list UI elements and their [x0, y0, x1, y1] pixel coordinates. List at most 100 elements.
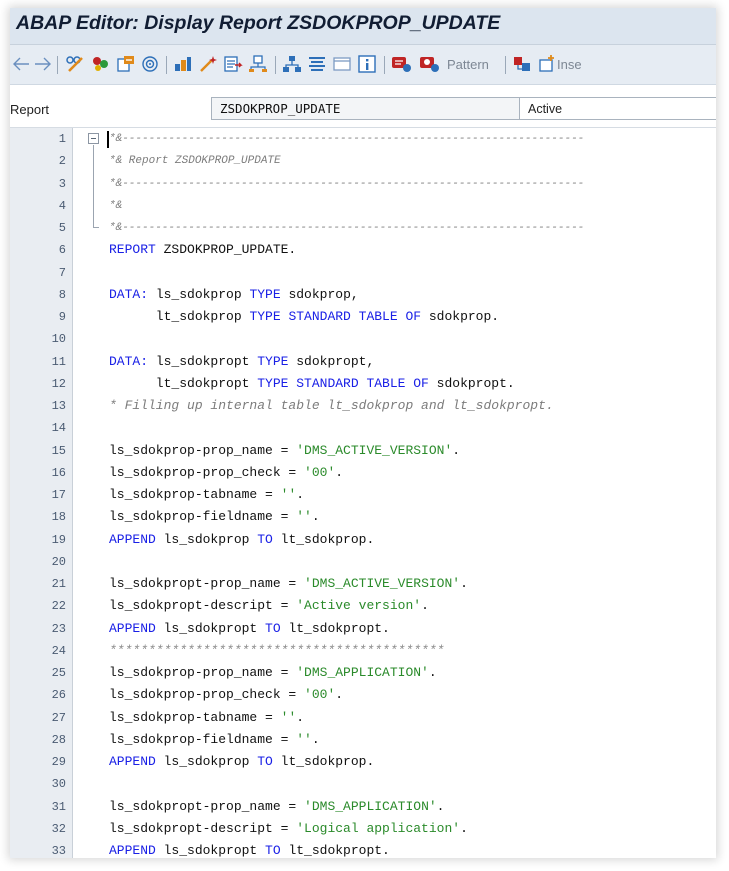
line-number: 11: [51, 354, 66, 369]
code-text: ls_sdokprop-tabname = ''.: [109, 707, 304, 729]
code-token: .: [296, 709, 305, 725]
code-token: 'DMS_APPLICATION': [304, 798, 437, 814]
fold-guide: [93, 145, 94, 227]
title-bar: ABAP Editor: Display Report ZSDOKPROP_UP…: [10, 8, 716, 45]
forward-arrow-icon[interactable]: [34, 54, 52, 74]
line-number: 23: [51, 621, 66, 636]
insert-icon[interactable]: [537, 54, 555, 74]
pattern-button[interactable]: Pattern: [447, 57, 489, 72]
code-line[interactable]: 23 APPEND ls_sdokpropt TO lt_sdokpropt.: [10, 618, 716, 640]
code-text: ls_sdokpropt-prop_name = 'DMS_ACTIVE_VER…: [109, 573, 468, 595]
code-line[interactable]: 15 ls_sdokprop-prop_name = 'DMS_ACTIVE_VE…: [10, 440, 716, 462]
code-line[interactable]: 4 *&: [10, 195, 716, 217]
code-token: .: [436, 798, 445, 814]
code-token: .: [421, 598, 429, 614]
code-token: sdokpropt,: [288, 353, 375, 369]
line-number: 12: [51, 376, 66, 391]
code-line[interactable]: 9 lt_sdokprop TYPE STANDARD TABLE OF sdo…: [10, 306, 716, 328]
code-line[interactable]: 7: [10, 262, 716, 284]
where-used-icon[interactable]: [140, 54, 160, 74]
info-icon[interactable]: [357, 54, 377, 74]
code-editor[interactable]: 1 *&-------------------------------------…: [10, 127, 716, 858]
line-number: 28: [51, 732, 66, 747]
code-line[interactable]: 24 **************************************…: [10, 640, 716, 662]
line-number: 24: [51, 643, 66, 658]
code-line[interactable]: 6 REPORT ZSDOKPROP_UPDATE.: [10, 239, 716, 261]
toolbar-separator: [57, 56, 58, 74]
code-token: ls_sdokpropt-descript =: [109, 820, 297, 836]
navigation-icon[interactable]: [222, 54, 244, 74]
code-token: * Filling up internal table lt_sdokprop …: [109, 398, 554, 413]
line-number: 6: [58, 243, 66, 258]
code-token: *&--------------------------------------…: [109, 177, 585, 190]
fullscreen-icon[interactable]: [332, 54, 352, 74]
code-line[interactable]: 8 DATA: ls_sdokprop TYPE sdokprop,: [10, 284, 716, 306]
code-line[interactable]: 5 *&-------------------------------------…: [10, 217, 716, 239]
code-line[interactable]: 17 ls_sdokprop-tabname = ''.: [10, 484, 716, 506]
insert-button[interactable]: Inse: [557, 57, 582, 72]
object-list-icon[interactable]: [173, 54, 193, 74]
code-line[interactable]: 16 ls_sdokprop-prop_check = '00'.: [10, 462, 716, 484]
code-line[interactable]: 25 ls_sdokprop-prop_name = 'DMS_APPLICATI…: [10, 662, 716, 684]
code-line[interactable]: 30: [10, 773, 716, 795]
code-text: DATA: ls_sdokpropt TYPE sdokpropt,: [109, 351, 374, 373]
code-line[interactable]: 10: [10, 328, 716, 350]
hierarchy-icon[interactable]: [282, 54, 302, 74]
pretty-printer-icon[interactable]: [307, 54, 327, 74]
code-text: DATA: ls_sdokprop TYPE sdokprop,: [109, 284, 359, 306]
report-name-field[interactable]: ZSDOKPROP_UPDATE: [211, 97, 520, 120]
code-token: *&: [109, 199, 123, 212]
code-line[interactable]: 2 *& Report ZSDOKPROP_UPDATE: [10, 150, 716, 172]
code-token: '': [280, 709, 297, 725]
activate-icon[interactable]: [91, 54, 111, 74]
code-text: ls_sdokpropt-descript = 'Active version'…: [109, 595, 429, 617]
code-text: ls_sdokprop-tabname = ''.: [109, 484, 304, 506]
code-line[interactable]: 22 ls_sdokpropt-descript = 'Active versio…: [10, 595, 716, 617]
code-line[interactable]: 19 APPEND ls_sdokprop TO lt_sdokprop.: [10, 529, 716, 551]
code-token: lt_sdokpropt.: [280, 620, 390, 636]
toolbar-tool-icon[interactable]: [512, 54, 534, 74]
line-number: 20: [51, 554, 66, 569]
code-line[interactable]: 26 ls_sdokprop-prop_check = '00'.: [10, 684, 716, 706]
code-token: .: [311, 731, 320, 747]
code-line[interactable]: 13 * Filling up internal table lt_sdokpro…: [10, 395, 716, 417]
code-line[interactable]: 1 *&-------------------------------------…: [10, 128, 716, 150]
code-token: sdokprop,: [280, 286, 359, 302]
collapse-block-icon[interactable]: [88, 133, 99, 144]
code-line[interactable]: 28 ls_sdokprop-fieldname = ''.: [10, 729, 716, 751]
code-line[interactable]: 14: [10, 417, 716, 439]
line-number: 22: [51, 599, 66, 614]
code-token: TO: [265, 843, 281, 858]
code-line[interactable]: 31 ls_sdokpropt-prop_name = 'DMS_APPLICAT…: [10, 796, 716, 818]
code-line[interactable]: 18 ls_sdokprop-fieldname = ''.: [10, 506, 716, 528]
code-text: * Filling up internal table lt_sdokprop …: [109, 395, 554, 417]
line-number: 16: [51, 465, 66, 480]
code-line[interactable]: 27 ls_sdokprop-tabname = ''.: [10, 707, 716, 729]
check-icon[interactable]: [116, 54, 136, 74]
code-line[interactable]: 3 *&-------------------------------------…: [10, 173, 716, 195]
line-number: 33: [51, 844, 66, 858]
breakpoint-icon[interactable]: [391, 54, 413, 74]
code-token: TYPE: [249, 286, 281, 302]
external-breakpoint-icon[interactable]: [419, 54, 441, 74]
code-text: ls_sdokprop-fieldname = ''.: [109, 729, 320, 751]
code-line[interactable]: 20: [10, 551, 716, 573]
magic-wand-icon[interactable]: [198, 54, 218, 74]
hierarchy-icon[interactable]: [248, 54, 268, 74]
display-change-icon[interactable]: [64, 54, 86, 74]
code-token: lt_sdokprop: [109, 309, 250, 324]
code-line[interactable]: 11 DATA: ls_sdokpropt TYPE sdokpropt,: [10, 351, 716, 373]
code-line[interactable]: 21 ls_sdokpropt-prop_name = 'DMS_ACTIVE_V…: [10, 573, 716, 595]
code-token: ls_sdokpropt: [148, 353, 258, 369]
code-line[interactable]: 32 ls_sdokpropt-descript = 'Logical appli…: [10, 818, 716, 840]
code-text: APPEND ls_sdokprop TO lt_sdokprop.: [109, 529, 374, 551]
code-line[interactable]: 12 lt_sdokpropt TYPE STANDARD TABLE OF s…: [10, 373, 716, 395]
code-token: ls_sdokprop-tabname =: [109, 709, 281, 725]
back-arrow-icon[interactable]: [12, 54, 30, 74]
line-number: 29: [51, 755, 66, 769]
line-number: 26: [51, 688, 66, 703]
code-line[interactable]: 29 APPEND ls_sdokprop TO lt_sdokprop.: [10, 751, 716, 773]
code-line[interactable]: 33 APPEND ls_sdokpropt TO lt_sdokpropt.: [10, 840, 716, 858]
code-token: '00': [304, 464, 336, 480]
code-token: lt_sdokprop.: [272, 754, 375, 769]
